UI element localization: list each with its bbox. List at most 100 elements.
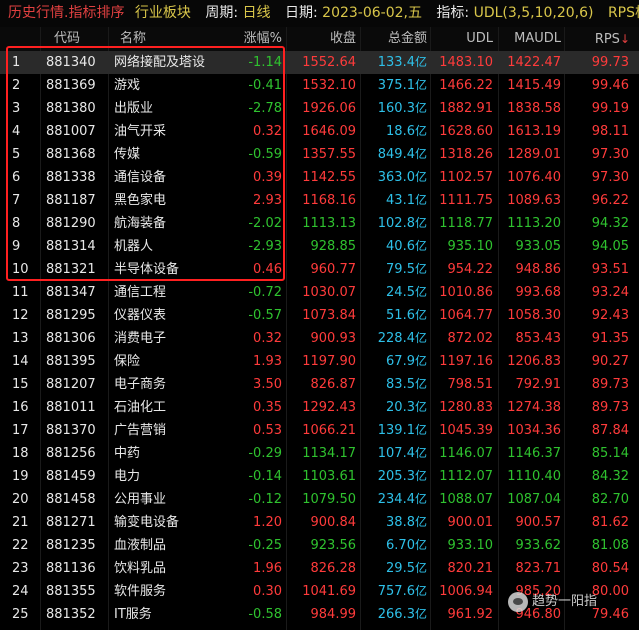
table-row[interactable]: 3 881380 出版业 -2.78 1926.06 160.3亿 1882.91 1838.… — [0, 97, 639, 120]
change-percent: -0.41 — [248, 78, 282, 93]
col-header-name[interactable]: 名称 — [120, 27, 146, 51]
sector-code: 881271 — [46, 515, 96, 530]
udl-value: 1146.07 — [439, 446, 493, 461]
sector-code: 881352 — [46, 607, 96, 622]
total-amount-value: 24.5 — [386, 285, 415, 300]
period-value[interactable]: 日线 — [243, 0, 271, 27]
sector-type[interactable]: 行业板块 — [135, 0, 191, 27]
table-row[interactable]: 14 881395 保险 1.93 1197.90 67.9亿 1197.16 1206.83… — [0, 350, 639, 373]
total-amount: 363.0亿 — [362, 166, 427, 189]
watermark: 趋势一阳指 — [508, 589, 597, 615]
col-header-change[interactable]: 涨幅% — [234, 27, 282, 51]
udl-value: 1112.07 — [439, 469, 493, 484]
row-index: 24 — [12, 584, 29, 599]
col-header-udl[interactable]: UDL — [440, 27, 493, 51]
maudl-value: 948.86 — [515, 262, 562, 277]
table-row[interactable]: 13 881306 消费电子 0.32 900.93 228.4亿 872.02 853.43… — [0, 327, 639, 350]
close-price: 1113.13 — [302, 216, 356, 231]
table-row[interactable]: 23 881136 饮料乳品 1.96 826.28 29.5亿 820.21 823.71 8… — [0, 557, 639, 580]
table-row[interactable]: 6 881338 通信设备 0.39 1142.55 363.0亿 1102.57 1076.… — [0, 166, 639, 189]
total-amount: 67.9亿 — [362, 350, 427, 373]
rps-value: 97.30 — [591, 147, 629, 162]
date-value[interactable]: 2023-06-02,五 — [322, 0, 422, 27]
total-amount-value: 67.9 — [386, 354, 415, 369]
amount-unit: 亿 — [414, 561, 427, 575]
row-index: 6 — [12, 170, 21, 185]
total-amount: 79.5亿 — [362, 258, 427, 281]
close-price: 1357.55 — [302, 147, 356, 162]
rps-value: 94.32 — [591, 216, 629, 231]
total-amount-value: 139.1 — [377, 423, 415, 438]
total-amount: 234.4亿 — [362, 488, 427, 511]
maudl-value: 1206.83 — [507, 354, 561, 369]
change-percent: 1.96 — [253, 561, 282, 576]
total-amount: 83.5亿 — [362, 373, 427, 396]
table-row[interactable]: 9 881314 机器人 -2.93 928.85 40.6亿 935.10 933.05 94… — [0, 235, 639, 258]
total-amount-value: 757.6 — [377, 584, 415, 599]
maudl-value: 1838.58 — [507, 101, 561, 116]
table-row[interactable]: 17 881370 广告营销 0.53 1066.21 139.1亿 1045.39 1034… — [0, 419, 639, 442]
close-price: 900.84 — [310, 515, 357, 530]
udl-value: 1064.77 — [439, 308, 493, 323]
maudl-value: 1058.30 — [507, 308, 561, 323]
table-row[interactable]: 16 881011 石油化工 0.35 1292.43 20.3亿 1280.83 1274.… — [0, 396, 639, 419]
total-amount: 6.70亿 — [362, 534, 427, 557]
total-amount-value: 20.3 — [386, 400, 415, 415]
sector-name: 通信设备 — [114, 170, 167, 185]
table-row[interactable]: 11 881347 通信工程 -0.72 1030.07 24.5亿 1010.86 993.… — [0, 281, 639, 304]
amount-unit: 亿 — [414, 308, 427, 322]
table-row[interactable]: 8 881290 航海装备 -2.02 1113.13 102.8亿 1118.77 1113… — [0, 212, 639, 235]
wechat-icon — [508, 591, 528, 612]
table-row[interactable]: 21 881271 输变电设备 1.20 900.84 38.8亿 900.01 900.57… — [0, 511, 639, 534]
col-header-code[interactable]: 代码 — [54, 27, 80, 51]
indicator-label: 指标: — [436, 5, 470, 21]
row-index: 8 — [12, 216, 21, 231]
table-row[interactable]: 7 881187 黑色家电 2.93 1168.16 43.1亿 1111.75 1089.6… — [0, 189, 639, 212]
sector-code: 881290 — [46, 216, 96, 231]
sector-name: 电力 — [114, 469, 141, 484]
total-amount: 20.3亿 — [362, 396, 427, 419]
indicator-value[interactable]: UDL(3,5,10,20,6) — [474, 0, 594, 27]
table-row[interactable]: 15 881207 电子商务 3.50 826.87 83.5亿 798.51 792.91 8… — [0, 373, 639, 396]
row-index: 17 — [12, 423, 29, 438]
udl-value: 933.10 — [447, 538, 494, 553]
table-row[interactable]: 12 881295 仪器仪表 -0.57 1073.84 51.6亿 1064.77 1058… — [0, 304, 639, 327]
amount-unit: 亿 — [414, 78, 427, 92]
rps-value: 94.05 — [591, 239, 629, 254]
sector-code: 881347 — [46, 285, 96, 300]
sector-name: 通信工程 — [114, 285, 167, 300]
change-percent: -1.14 — [248, 55, 282, 70]
maudl-value: 853.43 — [515, 331, 562, 346]
table-row[interactable]: 10 881321 半导体设备 0.46 960.77 79.5亿 954.22 948.86… — [0, 258, 639, 281]
total-amount: 375.1亿 — [362, 74, 427, 97]
change-percent: -2.78 — [248, 101, 282, 116]
table-row[interactable]: 2 881369 游戏 -0.41 1532.10 375.1亿 1466.22 1415.4… — [0, 74, 639, 97]
change-percent: 2.93 — [253, 193, 282, 208]
table-row[interactable]: 19 881459 电力 -0.14 1103.61 205.3亿 1112.07 1110.… — [0, 465, 639, 488]
col-header-maudl[interactable]: MAUDL — [506, 27, 561, 51]
table-row[interactable]: 22 881235 血液制品 -0.25 923.56 6.70亿 933.10 933.62… — [0, 534, 639, 557]
row-index: 12 — [12, 308, 29, 323]
sector-name: 软件服务 — [114, 584, 167, 599]
close-price: 900.93 — [310, 331, 357, 346]
table-row[interactable]: 1 881340 网络接配及塔设 -1.14 1552.64 133.4亿 1483.10 1… — [0, 51, 639, 74]
total-amount-value: 234.4 — [377, 492, 415, 507]
col-header-close[interactable]: 收盘 — [300, 27, 356, 51]
table-row[interactable]: 18 881256 中药 -0.29 1134.17 107.4亿 1146.07 1146.… — [0, 442, 639, 465]
col-header-rps[interactable]: RPS↓ — [590, 27, 630, 51]
total-amount-value: 228.4 — [377, 331, 415, 346]
close-price: 1066.21 — [302, 423, 356, 438]
sector-code: 881321 — [46, 262, 96, 277]
rps-value: 89.73 — [591, 400, 629, 415]
udl-value: 1882.91 — [439, 101, 493, 116]
maudl-value: 900.57 — [515, 515, 562, 530]
sector-code: 881306 — [46, 331, 96, 346]
sector-code: 881187 — [46, 193, 96, 208]
col-header-amount[interactable]: 总金额 — [374, 27, 427, 51]
maudl-value: 933.05 — [515, 239, 562, 254]
table-row[interactable]: 5 881368 传媒 -0.59 1357.55 849.4亿 1318.26 1289.0… — [0, 143, 639, 166]
close-price: 1142.55 — [302, 170, 356, 185]
close-price: 923.56 — [310, 538, 357, 553]
table-row[interactable]: 4 881007 油气开采 0.32 1646.09 18.6亿 1628.60 1613.1… — [0, 120, 639, 143]
table-row[interactable]: 20 881458 公用事业 -0.12 1079.50 234.4亿 1088.07 108… — [0, 488, 639, 511]
